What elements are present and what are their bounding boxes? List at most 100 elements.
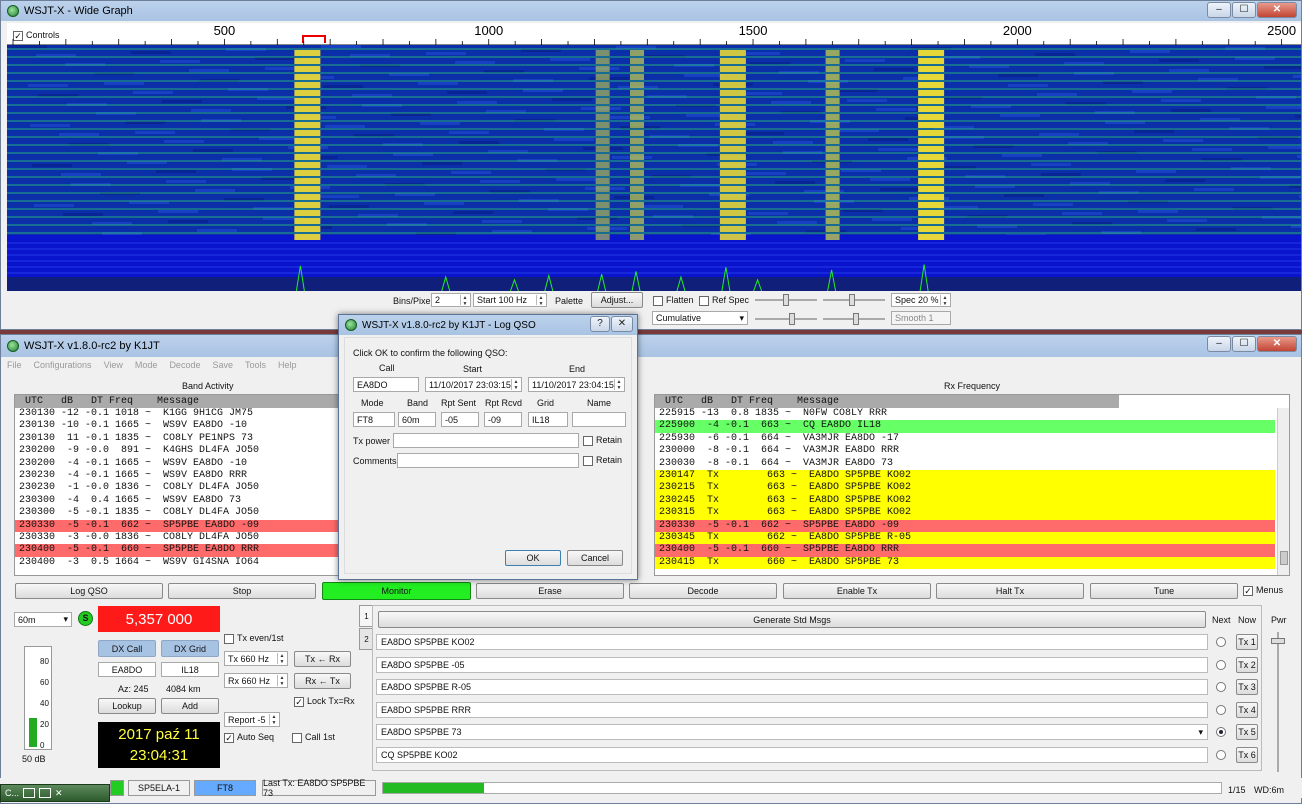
enable-tx-button[interactable]: Enable Tx [783, 583, 931, 599]
lookup-button[interactable]: Lookup [98, 698, 156, 714]
maximize-button[interactable]: ☐ [1232, 2, 1256, 18]
dialog-close-button[interactable]: ✕ [611, 316, 633, 332]
avg-slider[interactable] [755, 313, 817, 325]
tx1-button[interactable]: Tx 1 [1236, 634, 1258, 650]
decode-row[interactable]: 230215 Tx 663 ~ EA8DO SP5PBE KO02 [655, 482, 1275, 495]
adjust-button[interactable]: Adjust... [591, 292, 643, 308]
lock-tx-rx-checkbox[interactable]: ✓ Lock Tx=Rx [294, 696, 355, 707]
start-datetime[interactable]: 11/10/2017 23:03:15 ▲ ▼ [425, 377, 522, 392]
log-qso-titlebar[interactable]: WSJT-X v1.8.0-rc2 by K1JT - Log QSO ? ✕ [339, 315, 637, 335]
call-1st-checkbox[interactable]: Call 1st [292, 732, 335, 743]
wide-graph-titlebar[interactable]: WSJT-X - Wide Graph – ☐ ✕ [1, 1, 1301, 21]
menu-item-configurations[interactable]: Configurations [34, 360, 92, 374]
decode-row[interactable]: 230030 -8 -0.1 664 ~ VA3MJR EA8DO 73 [655, 457, 1275, 470]
halt-tx-button[interactable]: Halt Tx [936, 583, 1084, 599]
waterfall-display[interactable] [7, 45, 1301, 291]
flatten-checkbox[interactable]: Flatten [653, 295, 694, 306]
smooth-spinbox[interactable]: Smooth 1 [891, 311, 951, 325]
end-datetime[interactable]: 11/10/2017 23:04:15 ▲ ▼ [528, 377, 625, 392]
gain-slider[interactable] [755, 294, 817, 306]
band-select[interactable]: 60m ▾ [14, 612, 72, 627]
ok-button[interactable]: OK [505, 550, 561, 566]
tune-button[interactable]: Tune [1090, 583, 1238, 599]
add-button[interactable]: Add [161, 698, 219, 714]
tx2-button[interactable]: Tx 2 [1236, 656, 1258, 673]
decode-row[interactable]: 230345 Tx 662 ~ EA8DO SP5PBE R-05 [655, 531, 1275, 545]
minimize-button[interactable]: – [1207, 336, 1231, 352]
tx-message-2[interactable]: EA8DO SP5PBE -05 [376, 656, 1208, 673]
decode-row[interactable]: 230300 -5 -0.1 1835 ~ CO8LY DL4FA JO50 [15, 507, 351, 520]
rx-scrollbar[interactable] [1277, 408, 1289, 575]
cancel-button[interactable]: Cancel [567, 550, 623, 566]
log-qso-button[interactable]: Log QSO [15, 583, 163, 599]
menus-checkbox[interactable]: ✓ Menus [1243, 585, 1283, 596]
bins-spinbox[interactable]: 2 ▲ ▼ [431, 293, 471, 307]
decode-row[interactable]: 230245 Tx 663 ~ EA8DO SP5PBE KO02 [655, 494, 1275, 508]
erase-button[interactable]: Erase [476, 583, 624, 599]
menu-item-save[interactable]: Save [212, 360, 233, 374]
grid-input[interactable]: IL18 [528, 412, 568, 427]
auto-seq-checkbox[interactable]: ✓ Auto Seq [224, 732, 274, 743]
decode-button[interactable]: Decode [629, 583, 777, 599]
decode-row[interactable]: 230130 -12 -0.1 1018 ~ K1GG 9H1CG JM75 [15, 408, 351, 421]
next-radio-4[interactable] [1216, 704, 1226, 715]
monitor-button[interactable]: Monitor [322, 582, 471, 600]
close-button[interactable]: ✕ [1257, 336, 1297, 352]
spec-spinbox[interactable]: Spec 20 % ▲ ▼ [891, 293, 951, 307]
help-button[interactable]: ? [590, 316, 610, 332]
gain2-slider[interactable] [823, 313, 885, 325]
rpt-sent-input[interactable]: -05 [441, 412, 479, 427]
dx-grid-input[interactable]: IL18 [161, 662, 219, 677]
tx3-button[interactable]: Tx 3 [1236, 679, 1258, 695]
cumulative-select[interactable]: Cumulative ▾ [652, 311, 748, 325]
menu-item-file[interactable]: File [7, 360, 22, 374]
decode-row[interactable]: 230400 -3 0.5 1664 ~ WS9V GI4SNA IO64 [15, 556, 351, 570]
taskbar-item[interactable]: C... ✕ [0, 784, 110, 802]
decode-row[interactable]: 225900 -4 -0.1 663 ~ CQ EA8DO IL18 [655, 420, 1275, 433]
tx-power-input[interactable] [393, 433, 579, 448]
next-radio-3[interactable] [1216, 682, 1226, 692]
name-input[interactable] [572, 412, 626, 427]
zero-slider[interactable] [823, 294, 885, 306]
tx-message-1[interactable]: EA8DO SP5PBE KO02 [376, 634, 1208, 650]
minimize-button[interactable]: – [1207, 2, 1231, 18]
report-spinbox[interactable]: Report -5 ▲ ▼ [224, 712, 280, 727]
decode-row[interactable]: 230200 -4 -0.1 1665 ~ WS9V EA8DO -10 [15, 457, 351, 470]
retain-comments-checkbox[interactable]: Retain [583, 455, 622, 466]
power-slider[interactable] [1271, 632, 1285, 772]
next-radio-1[interactable] [1216, 637, 1226, 647]
tx-from-rx-button[interactable]: Tx ← Rx [294, 651, 351, 667]
decode-row[interactable]: 230400 -5 -0.1 660 ~ SP5PBE EA8DO RRR [655, 544, 1275, 557]
tx-even-checkbox[interactable]: Tx even/1st [224, 633, 284, 644]
menu-item-mode[interactable]: Mode [135, 360, 158, 374]
stop-button[interactable]: Stop [168, 583, 316, 599]
rx-frequency-list[interactable]: UTC dB DT Freq Message 225915 -13 0.8 18… [654, 394, 1290, 576]
mode-input[interactable]: FT8 [353, 412, 395, 427]
decode-row[interactable]: 230315 Tx 663 ~ EA8DO SP5PBE KO02 [655, 507, 1275, 520]
decode-row[interactable]: 230230 -1 -0.0 1836 ~ CO8LY DL4FA JO50 [15, 482, 351, 495]
close-button[interactable]: ✕ [1257, 2, 1297, 18]
decode-row[interactable]: 230130 11 -0.1 1835 ~ CO8LY PE1NPS 73 [15, 432, 351, 446]
rx-frequency-spinbox[interactable]: Rx 660 Hz ▲ ▼ [224, 673, 288, 688]
tx5-button[interactable]: Tx 5 [1236, 724, 1258, 740]
decode-row[interactable]: 230000 -8 -0.1 664 ~ VA3MJR EA8DO RRR [655, 445, 1275, 458]
decode-row[interactable]: 230330 -5 -0.1 662 ~ SP5PBE EA8DO -09 [655, 519, 1275, 532]
start-spinbox[interactable]: Start 100 Hz ▲ ▼ [473, 293, 547, 307]
band-input[interactable]: 60m [398, 412, 436, 427]
next-radio-2[interactable] [1216, 659, 1226, 670]
retain-power-checkbox[interactable]: Retain [583, 435, 622, 446]
menu-item-help[interactable]: Help [278, 360, 297, 374]
decode-row[interactable]: 230230 -4 -0.1 1665 ~ WS9V EA8DO RRR [15, 469, 351, 483]
decode-row[interactable]: 230400 -5 -0.1 660 ~ SP5PBE EA8DO RRR [15, 544, 351, 557]
menu-item-tools[interactable]: Tools [245, 360, 266, 374]
tab-2[interactable]: 2 [359, 628, 373, 650]
comments-input[interactable] [397, 453, 579, 468]
rpt-rcvd-input[interactable]: -09 [484, 412, 522, 427]
decode-row[interactable]: 230147 Tx 663 ~ EA8DO SP5PBE KO02 [655, 469, 1275, 483]
decode-row[interactable]: 230330 -5 -0.1 662 ~ SP5PBE EA8DO -09 [15, 519, 351, 532]
decode-row[interactable]: 230200 -9 -0.0 891 ~ K4GHS DL4FA JO50 [15, 445, 351, 458]
decode-row[interactable]: 230300 -4 0.4 1665 ~ WS9V EA8DO 73 [15, 494, 351, 508]
rx-from-tx-button[interactable]: Rx ← Tx [294, 673, 351, 689]
tx-message-5[interactable]: EA8DO SP5PBE 73 ▾ [376, 724, 1208, 740]
tab-1[interactable]: 1 [359, 605, 373, 627]
